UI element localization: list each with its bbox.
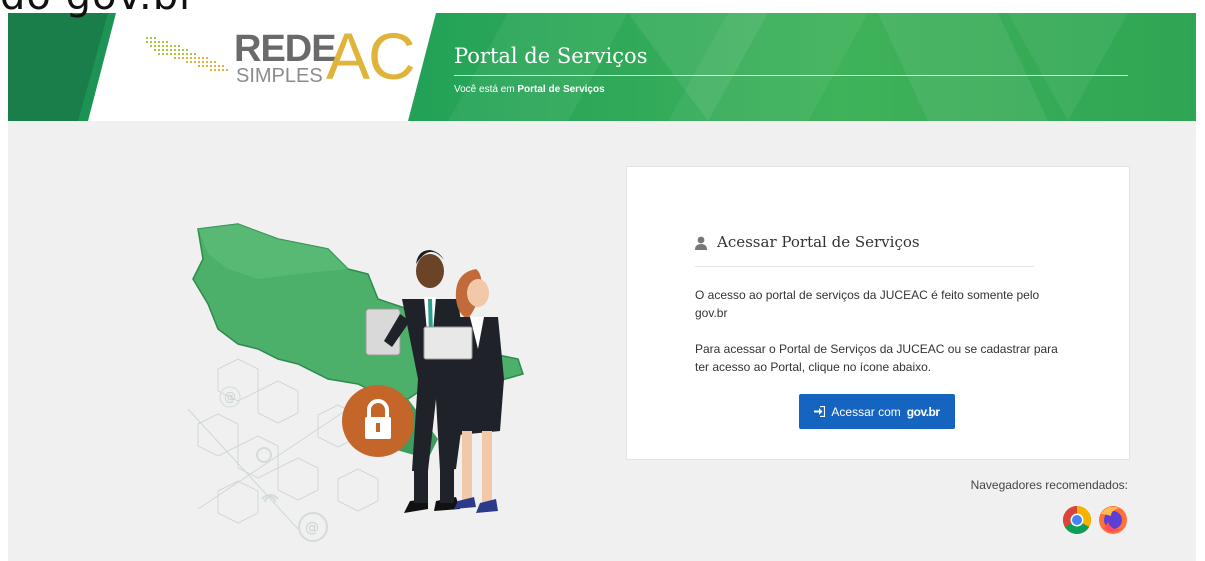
page-title: Portal de Serviços	[454, 44, 648, 68]
recommended-browsers	[1063, 506, 1127, 534]
svg-text:@: @	[224, 390, 236, 404]
card-title: Acessar Portal de Serviços	[717, 233, 920, 251]
logo-ac-text: AC	[326, 19, 416, 93]
firefox-icon[interactable]	[1099, 506, 1127, 534]
title-divider	[454, 75, 1128, 76]
breadcrumb: Você está em Portal de Serviços	[454, 83, 605, 97]
sign-in-icon	[814, 406, 826, 417]
card-divider	[695, 266, 1034, 267]
logo-rede-text: REDE	[234, 28, 337, 70]
header-banner: REDE SIMPLES AC Portal de Serviços Você …	[8, 13, 1196, 121]
govbr-logo: gov.br	[906, 404, 940, 419]
login-card: Acessar Portal de Serviços O acesso ao p…	[626, 166, 1130, 460]
recommended-browsers-label: Navegadores recomendados:	[970, 478, 1128, 492]
logo[interactable]: REDE SIMPLES AC	[8, 13, 436, 121]
logo-simples-text: SIMPLES	[236, 65, 323, 87]
card-paragraph-govbr-only: O acesso ao portal de serviços da JUCEAC…	[695, 288, 1040, 320]
login-govbr-button[interactable]: Acessar com gov.br	[799, 394, 955, 429]
breadcrumb-current[interactable]: Portal de Serviços	[517, 84, 604, 95]
user-icon	[695, 236, 707, 250]
portal-illustration: @ @	[187, 223, 524, 542]
svg-text:@: @	[305, 520, 319, 536]
page-caption: do gov.br	[0, 0, 197, 16]
card-paragraph-instructions: Para acessar o Portal de Serviços da JUC…	[695, 342, 1058, 374]
login-govbr-button-label: Acessar com	[831, 404, 901, 419]
chrome-icon[interactable]	[1063, 506, 1091, 534]
breadcrumb-prefix: Você está em	[454, 84, 515, 95]
page: REDE SIMPLES AC Portal de Serviços Você …	[8, 13, 1196, 561]
